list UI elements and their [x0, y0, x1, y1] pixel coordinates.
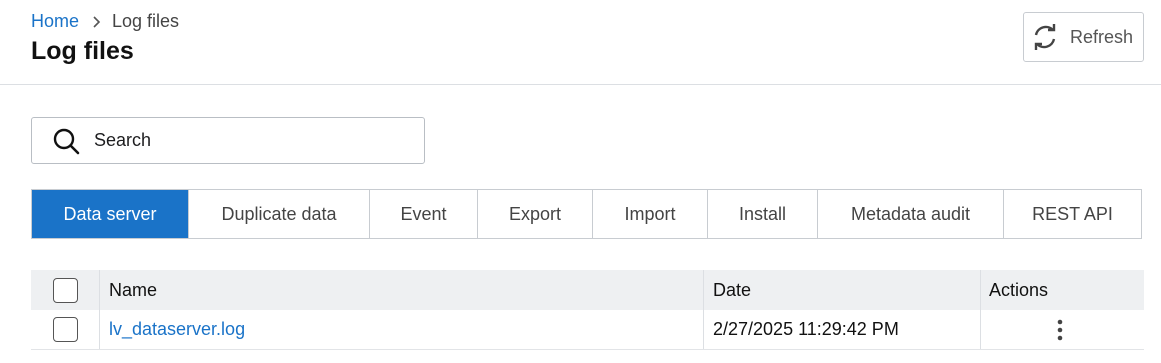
- chevron-right-icon: [92, 15, 101, 28]
- row-select-cell: [31, 310, 100, 349]
- breadcrumb-current: Log files: [112, 11, 180, 31]
- table-header-row: Name Date Actions: [31, 270, 1144, 310]
- select-all-cell: [31, 270, 100, 310]
- breadcrumb-home-link[interactable]: Home: [31, 11, 79, 32]
- column-header-name[interactable]: Name: [100, 270, 704, 310]
- date-cell: 2/27/2025 11:29:42 PM: [704, 310, 981, 349]
- tab-data-server[interactable]: Data server: [32, 190, 189, 238]
- tab-metadata-audit[interactable]: Metadata audit: [818, 190, 1004, 238]
- refresh-icon: [1031, 23, 1059, 51]
- tab-event[interactable]: Event: [370, 190, 478, 238]
- search-input[interactable]: [94, 130, 384, 151]
- tab-export[interactable]: Export: [478, 190, 593, 238]
- search-icon: [52, 127, 80, 155]
- page-title: Log files: [31, 37, 134, 65]
- log-type-tabs: Data server Duplicate data Event Export …: [31, 189, 1142, 239]
- tab-import[interactable]: Import: [593, 190, 708, 238]
- name-cell: lv_dataserver.log: [100, 310, 704, 349]
- log-files-table: Name Date Actions lv_dataserver.log 2/27…: [31, 270, 1144, 350]
- page-header: Home Log files Log files Refresh: [0, 0, 1161, 85]
- refresh-label: Refresh: [1070, 26, 1134, 47]
- column-header-actions: Actions: [989, 279, 1049, 300]
- table-row: lv_dataserver.log 2/27/2025 11:29:42 PM: [31, 310, 1144, 350]
- search-box[interactable]: [31, 117, 425, 164]
- refresh-button[interactable]: Refresh: [1023, 12, 1144, 62]
- tab-duplicate-data[interactable]: Duplicate data: [189, 190, 370, 238]
- tab-rest-api[interactable]: REST API: [1004, 190, 1141, 238]
- file-date: 2/27/2025 11:29:42 PM: [713, 319, 899, 339]
- select-all-checkbox[interactable]: [52, 277, 78, 303]
- row-checkbox[interactable]: [52, 317, 78, 342]
- breadcrumb: Home Log files: [31, 11, 179, 32]
- column-header-date[interactable]: Date: [704, 270, 981, 310]
- actions-cell: [981, 310, 1144, 349]
- more-vertical-icon[interactable]: [1057, 319, 1063, 341]
- tab-install[interactable]: Install: [708, 190, 818, 238]
- file-name-link[interactable]: lv_dataserver.log: [109, 319, 245, 340]
